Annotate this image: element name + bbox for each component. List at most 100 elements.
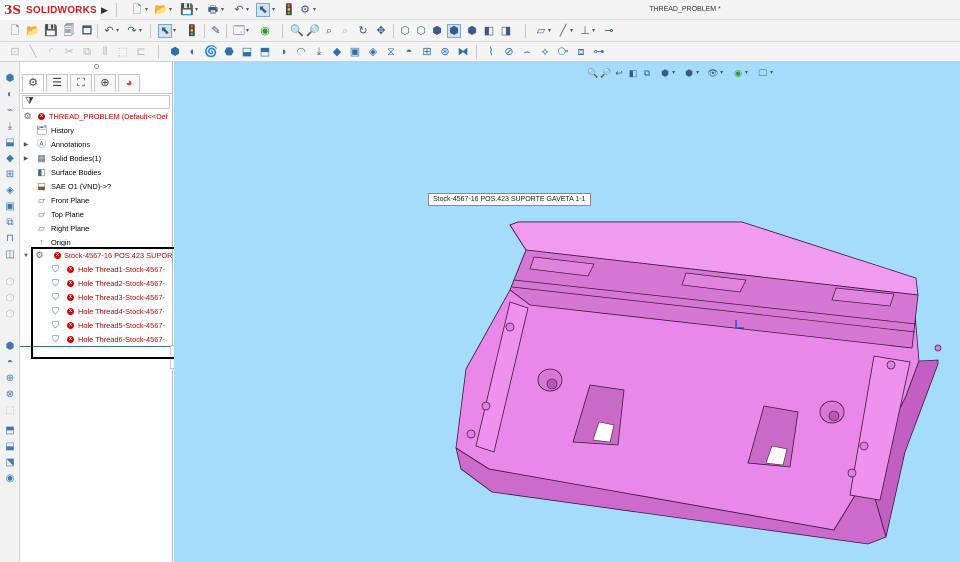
dimxpert-manager-tab-icon[interactable]: ⊕ — [94, 74, 116, 92]
line-icon[interactable]: ╲ — [26, 45, 40, 59]
construction-icon[interactable]: ⬚ — [116, 45, 130, 59]
edit-sketch-icon[interactable]: ✎ — [209, 24, 223, 38]
save-icon[interactable]: 💾 — [180, 3, 194, 17]
tree-item-top-plane[interactable]: ▱ Top Plane — [20, 208, 172, 222]
sweep-icon[interactable]: 🌀 — [204, 45, 218, 59]
projected-curve-icon[interactable]: ⧈ — [574, 45, 588, 59]
property-manager-tab-icon[interactable]: ☰ — [46, 74, 68, 92]
options-dropdown-icon[interactable]: ▾ — [313, 3, 319, 17]
decal-strip-icon[interactable]: ⬔ — [3, 456, 17, 470]
draft-icon[interactable]: ⧖ — [384, 45, 398, 59]
combine-strip-icon[interactable]: ⬡ — [3, 292, 17, 306]
pattern-strip-icon[interactable]: ⊞ — [3, 168, 17, 182]
expand-arrow-icon[interactable]: ▶ — [22, 138, 30, 152]
curves-icon[interactable]: ⌇ — [484, 45, 498, 59]
camera-strip-icon[interactable]: ◉ — [3, 472, 17, 486]
display-strip-icon[interactable]: ⬢ — [3, 340, 17, 354]
move-copy-strip-icon[interactable]: ⬡ — [3, 276, 17, 290]
offset-icon[interactable]: ⧉ — [80, 45, 94, 59]
hole-wizard-icon[interactable]: ⬒ — [258, 45, 272, 59]
undo-icon[interactable]: ↶ — [232, 3, 246, 17]
tree-item-material[interactable]: ⬓ SAE O1 (VND)->? — [20, 180, 172, 194]
appearance-icon[interactable]: ◉ — [258, 24, 272, 38]
sketch-tool-icon[interactable]: ⊡ — [8, 45, 22, 59]
expand-arrow-icon[interactable]: ▶ — [22, 152, 30, 166]
hidden-lines-visible-icon[interactable]: ⬡ — [414, 24, 428, 38]
tree-item-history[interactable]: 🗂 History — [20, 124, 172, 138]
rotate-view-icon[interactable]: ↻ — [356, 24, 370, 38]
wrap-strip-icon[interactable]: ⧉ — [3, 216, 17, 230]
fillet-strip-icon[interactable]: ◆ — [3, 152, 17, 166]
hole-strip-icon[interactable]: ⬓ — [3, 136, 17, 150]
plane-dropdown-icon[interactable]: ▾ — [548, 24, 554, 38]
extrude-strip-icon[interactable]: ⬢ — [3, 72, 17, 86]
new-document-icon[interactable]: 🗋 — [130, 3, 144, 17]
undo-action-dropdown-icon[interactable]: ▾ — [116, 24, 122, 38]
mirror-entities-icon[interactable]: ⫴ — [98, 45, 112, 59]
relation-icon[interactable]: ⊏ — [134, 45, 148, 59]
sweep-strip-icon[interactable]: ⌁ — [3, 104, 17, 118]
split-line-icon[interactable]: ⊘ — [502, 45, 516, 59]
instant3d-icon[interactable]: ⟡ — [538, 45, 552, 59]
move-face-icon[interactable]: ⤓ — [312, 45, 326, 59]
tree-item-right-plane[interactable]: ▱ Right Plane — [20, 222, 172, 236]
section-view-icon[interactable]: ◨ — [499, 24, 513, 38]
trim-icon[interactable]: ✂ — [62, 45, 76, 59]
print-dropdown-icon[interactable]: ▾ — [221, 3, 227, 17]
linear-pattern-icon[interactable]: ⊞ — [420, 45, 434, 59]
intersect-strip-icon[interactable]: ⊓ — [3, 232, 17, 246]
close-file-icon[interactable]: 🗖 — [80, 24, 94, 38]
print-icon[interactable]: 🖶 — [206, 3, 220, 17]
tree-item-origin[interactable]: ↑ Origin — [20, 236, 172, 246]
coordinate-dropdown-icon[interactable]: ▾ — [592, 24, 598, 38]
display-pane-icon[interactable]: 🗔 — [232, 24, 246, 38]
options-icon[interactable]: ⚙ — [298, 3, 312, 17]
feature-manager-tab-icon[interactable]: ⚙ — [22, 74, 44, 92]
collapse-arrow-icon[interactable]: ▼ — [22, 249, 30, 263]
perspective-icon[interactable]: ◧ — [482, 24, 496, 38]
hidden-lines-removed-icon[interactable]: ⬢ — [430, 24, 444, 38]
helix-icon[interactable]: ⌢ — [520, 45, 534, 59]
tree-item-surface-bodies[interactable]: ◧ Surface Bodies — [20, 166, 172, 180]
plane-icon[interactable]: ▱ — [534, 24, 548, 38]
shell-strip-icon[interactable]: ▣ — [3, 200, 17, 214]
reference-strip-icon[interactable]: ◫ — [3, 248, 17, 262]
extruded-boss-icon[interactable]: ⬢ — [168, 45, 182, 59]
open-file-icon[interactable]: 📂 — [26, 24, 40, 38]
rib-strip-icon[interactable]: ◈ — [3, 184, 17, 198]
point-icon[interactable]: ⊸ — [602, 24, 616, 38]
part-model[interactable] — [174, 62, 960, 562]
redo-dropdown-icon[interactable]: ▾ — [139, 24, 145, 38]
view-strip-icon[interactable]: ◓ — [3, 356, 17, 370]
dome-icon[interactable]: ◓ — [402, 45, 416, 59]
mirror-icon[interactable]: ⧓ — [456, 45, 470, 59]
select-tool-icon[interactable]: ⬉ — [158, 24, 172, 38]
revolved-cut-icon[interactable]: ◑ — [276, 45, 290, 59]
display-manager-tab-icon[interactable]: ◕ — [118, 74, 140, 92]
save-file-icon[interactable]: 💾 — [44, 24, 58, 38]
chamfer-icon[interactable]: ◆ — [330, 45, 344, 59]
menu-expand-arrow-icon[interactable]: ▶ — [101, 4, 111, 16]
section-strip-icon[interactable]: ⊕ — [3, 372, 17, 386]
revolve-strip-icon[interactable]: ◐ — [3, 88, 17, 102]
split-strip-icon[interactable]: ⬡ — [3, 308, 17, 322]
new-dropdown-icon[interactable]: ▾ — [145, 3, 151, 17]
shaded-icon[interactable]: ⬢ — [465, 24, 479, 38]
cut-strip-icon[interactable]: ⤓ — [3, 120, 17, 134]
undo-dropdown-icon[interactable]: ▾ — [246, 3, 252, 17]
circular-pattern-icon[interactable]: ⊛ — [438, 45, 452, 59]
open-dropdown-icon[interactable]: ▾ — [169, 3, 175, 17]
zoom-selection-icon[interactable]: ⌕ — [338, 24, 352, 38]
panel-collapse-handle[interactable] — [94, 64, 99, 69]
display-pane-dropdown-icon[interactable]: ▾ — [246, 24, 252, 38]
tree-filter-input[interactable]: ⧩ — [22, 95, 170, 109]
curve-through-points-icon[interactable]: ⊶ — [592, 45, 606, 59]
save-dropdown-icon[interactable]: ▾ — [195, 3, 201, 17]
zoom-area-icon[interactable]: 🔎 — [306, 24, 320, 38]
new-icon[interactable]: 🗋 — [8, 24, 22, 38]
select-icon[interactable]: ⬉ — [256, 3, 270, 17]
redo-icon[interactable]: ↷ — [125, 24, 139, 38]
zoom-to-fit-icon[interactable]: 🔍 — [290, 24, 304, 38]
rebuild-tool-icon[interactable]: 🚦 — [185, 24, 199, 38]
tree-item-solid-bodies[interactable]: ▶ ▦ Solid Bodies(1) — [20, 152, 172, 166]
